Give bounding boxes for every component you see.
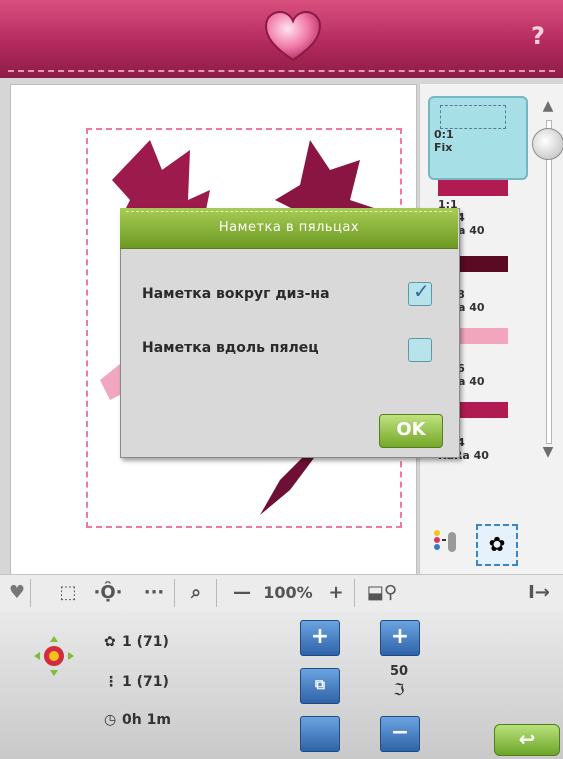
stitch-count: 1 (71) (122, 634, 169, 650)
design-select-icon[interactable]: ✿ (476, 524, 518, 566)
bottom-panel (0, 612, 563, 759)
ok-button[interactable]: OK (379, 414, 443, 448)
increase-left-button[interactable]: + (300, 620, 340, 656)
heart-menu-icon[interactable] (262, 10, 324, 64)
speed-value: 50 (389, 664, 409, 679)
clock-icon: ◷ (104, 712, 117, 728)
more-dots-icon[interactable]: ··· (138, 576, 170, 610)
zoom-in-button[interactable]: + (322, 576, 350, 610)
thread-count: 1 (71) (122, 674, 169, 690)
basting-along-hoop-checkbox[interactable] (408, 338, 432, 362)
top-bar-stitch (8, 70, 555, 72)
toolbar-divider (216, 579, 217, 607)
toolbar-divider (354, 579, 355, 607)
fix-block-line1: 0:1 (434, 128, 454, 141)
dialog-title-stitch (126, 211, 452, 212)
basting-along-hoop-label: Наметка вдоль пялец (142, 340, 319, 356)
flower-count-icon: ✿ (104, 634, 116, 650)
toolbar-divider (174, 579, 175, 607)
expand-panel-icon[interactable]: I→ (522, 576, 556, 610)
toolbar-divider (30, 579, 31, 607)
hoop-stitch-icon[interactable]: ⧉ (300, 668, 340, 704)
checkmark-icon: ✓ (413, 279, 430, 303)
zoom-search-icon[interactable]: ⌕ (182, 576, 210, 610)
zoom-level: 100% (263, 583, 313, 602)
fix-block-line2: Fix (434, 141, 453, 154)
thread-spool-icon[interactable] (430, 528, 458, 556)
heart-toolbar-icon[interactable]: ♥ (6, 576, 28, 610)
scrollbar-thumb[interactable] (532, 128, 563, 160)
scroll-up-icon[interactable]: ▲ (540, 98, 556, 114)
speed-decrease-button[interactable]: − (380, 716, 420, 752)
stitch-time: 0h 1m (122, 712, 171, 728)
design-position-icon[interactable] (26, 628, 82, 684)
decrease-left-button[interactable] (300, 716, 340, 752)
zoom-to-hoop-icon[interactable]: ⬓⚲ (362, 576, 402, 610)
back-button[interactable]: ↩ (494, 724, 560, 756)
move-center-icon[interactable]: ·Ộ· (92, 576, 124, 610)
thread-scrollbar[interactable] (546, 120, 552, 444)
speed-increase-button[interactable]: + (380, 620, 420, 656)
basting-around-design-checkbox[interactable]: ✓ (408, 279, 432, 306)
zoom-out-button[interactable]: — (228, 576, 256, 610)
help-button[interactable]: ? (523, 22, 553, 56)
speed-icon: ℑ (393, 680, 405, 699)
thread-color-count-icon: ⋮ (104, 674, 118, 690)
basting-around-design-label: Наметка вокруг диз-на (142, 286, 330, 302)
thread-swatch-1[interactable] (438, 180, 508, 196)
select-area-icon[interactable]: ⬚ (54, 576, 82, 610)
fix-preview-icon (440, 105, 506, 129)
dialog-title: Наметка в пяльцах (218, 220, 360, 235)
scroll-down-icon[interactable]: ▼ (540, 444, 556, 460)
